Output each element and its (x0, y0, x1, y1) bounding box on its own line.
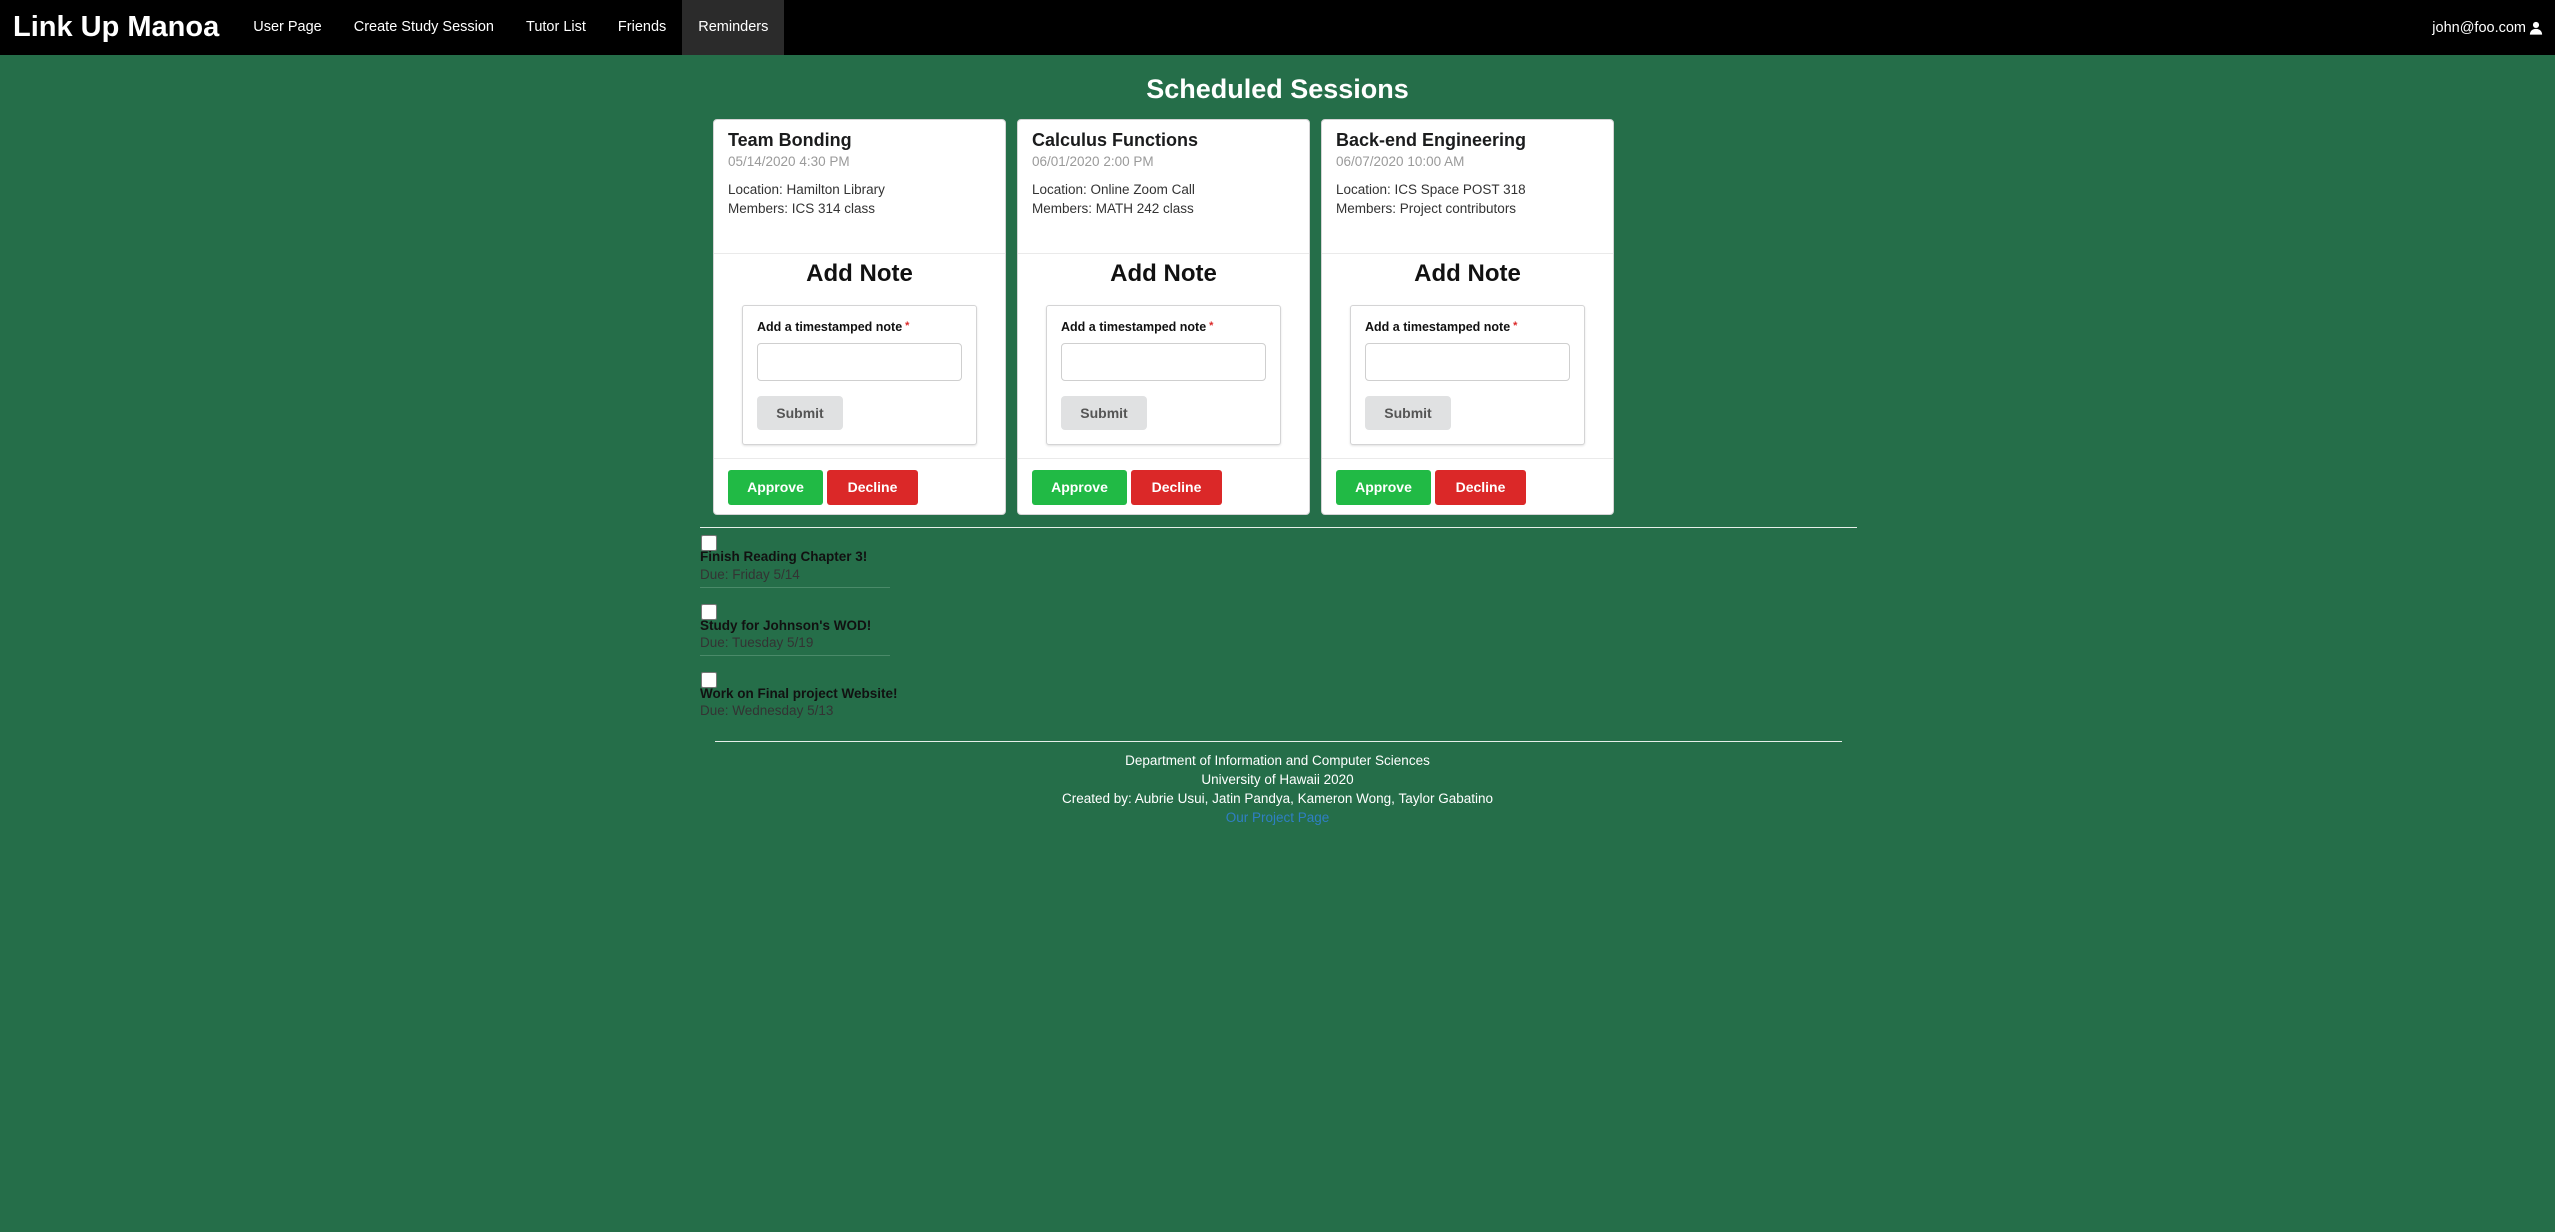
note-field-label: Add a timestamped note (1365, 320, 1511, 334)
add-note-form: Add a timestamped note * Submit (1350, 305, 1585, 445)
note-input[interactable] (1061, 343, 1266, 381)
add-note-heading: Add Note (1110, 260, 1217, 287)
project-page-link[interactable]: Our Project Page (0, 808, 2555, 827)
nav-item-user-page[interactable]: User Page (237, 0, 338, 55)
reminder-separator (700, 655, 890, 656)
session-location: Location: Online Zoom Call (1032, 182, 1195, 197)
user-icon (2529, 21, 2543, 35)
session-title: Calculus Functions (1032, 130, 1199, 150)
submit-button[interactable]: Submit (757, 396, 843, 430)
reminder-title: Finish Reading Chapter 3! (700, 549, 868, 564)
reminder-title: Work on Final project Website! (700, 686, 898, 701)
note-input[interactable] (1365, 343, 1570, 381)
brand-logo[interactable]: Link Up Manoa (13, 11, 219, 44)
session-card: Back-end Engineering 06/07/2020 10:00 AM… (1321, 119, 1614, 515)
session-location: Location: Hamilton Library (728, 182, 885, 197)
session-members: Members: Project contributors (1336, 201, 1517, 216)
nav-item-reminders[interactable]: Reminders (682, 0, 785, 55)
footer-credits: Created by: Aubrie Usui, Jatin Pandya, K… (1062, 791, 1493, 806)
session-members: Members: ICS 314 class (728, 201, 876, 216)
user-email: john@foo.com (2432, 19, 2526, 36)
decline-button[interactable]: Decline (827, 470, 918, 505)
approve-button[interactable]: Approve (1336, 470, 1431, 505)
nav-item-friends[interactable]: Friends (602, 0, 682, 55)
reminder-due: Due: Tuesday 5/19 (700, 635, 814, 650)
footer-university: University of Hawaii 2020 (1201, 772, 1354, 787)
reminder-separator (700, 587, 890, 588)
footer-divider (715, 741, 1842, 742)
approve-button[interactable]: Approve (1032, 470, 1127, 505)
submit-button[interactable]: Submit (1061, 396, 1147, 430)
user-menu[interactable]: john@foo.com (2432, 20, 2543, 36)
required-marker: * (1513, 320, 1518, 332)
note-input[interactable] (757, 343, 962, 381)
footer-department: Department of Information and Computer S… (1125, 753, 1430, 768)
session-datetime: 06/07/2020 10:00 AM (1336, 154, 1465, 169)
approve-button[interactable]: Approve (728, 470, 823, 505)
reminders-divider (700, 527, 1857, 528)
session-members: Members: MATH 242 class (1032, 201, 1194, 216)
top-navbar: Link Up Manoa User Page Create Study Ses… (0, 0, 2555, 55)
session-card: Team Bonding 05/14/2020 4:30 PM Location… (713, 119, 1006, 515)
required-marker: * (905, 320, 910, 332)
footer: Department of Information and Computer S… (0, 751, 2555, 827)
note-field-label: Add a timestamped note (1061, 320, 1207, 334)
required-marker: * (1209, 320, 1214, 332)
session-card: Calculus Functions 06/01/2020 2:00 PM Lo… (1017, 119, 1310, 515)
session-location: Location: ICS Space POST 318 (1336, 182, 1526, 197)
session-datetime: 05/14/2020 4:30 PM (728, 154, 850, 169)
decline-button[interactable]: Decline (1131, 470, 1222, 505)
nav-item-create-study-session[interactable]: Create Study Session (338, 0, 510, 55)
reminder-due: Due: Friday 5/14 (700, 567, 800, 582)
note-field-label: Add a timestamped note (757, 320, 903, 334)
add-note-form: Add a timestamped note * Submit (742, 305, 977, 445)
session-title: Back-end Engineering (1336, 130, 1527, 150)
add-note-heading: Add Note (806, 260, 913, 287)
session-datetime: 06/01/2020 2:00 PM (1032, 154, 1154, 169)
add-note-form: Add a timestamped note * Submit (1046, 305, 1281, 445)
add-note-heading: Add Note (1414, 260, 1521, 287)
session-title: Team Bonding (728, 130, 852, 150)
submit-button[interactable]: Submit (1365, 396, 1451, 430)
nav-item-tutor-list[interactable]: Tutor List (510, 0, 602, 55)
reminder-title: Study for Johnson's WOD! (700, 618, 872, 633)
decline-button[interactable]: Decline (1435, 470, 1526, 505)
reminder-due: Due: Wednesday 5/13 (700, 703, 834, 718)
page-title: Scheduled Sessions (1146, 74, 1409, 104)
